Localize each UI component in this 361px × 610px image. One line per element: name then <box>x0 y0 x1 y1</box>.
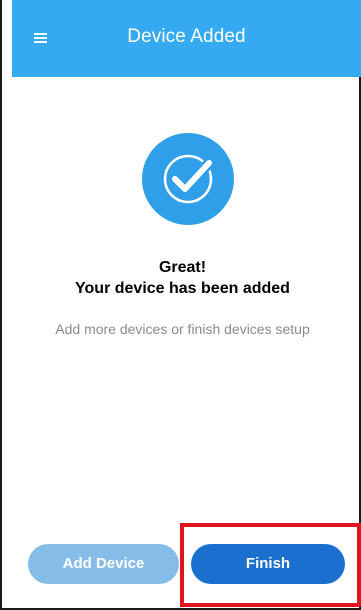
setup-hint: Add more devices or finish devices setup <box>55 321 310 337</box>
page-title: Device Added <box>127 26 246 47</box>
screen: Device Added Great! Your device has been… <box>0 0 361 610</box>
success-title: Great! <box>158 259 207 276</box>
add-device-button[interactable]: Add Device <box>28 544 179 584</box>
checkmark-circle-icon <box>142 133 234 225</box>
checkmark-icon <box>163 154 215 204</box>
finish-button[interactable]: Finish <box>191 544 345 584</box>
app-bar: Device Added <box>12 0 361 77</box>
success-subtitle: Your device has been added <box>75 280 290 297</box>
